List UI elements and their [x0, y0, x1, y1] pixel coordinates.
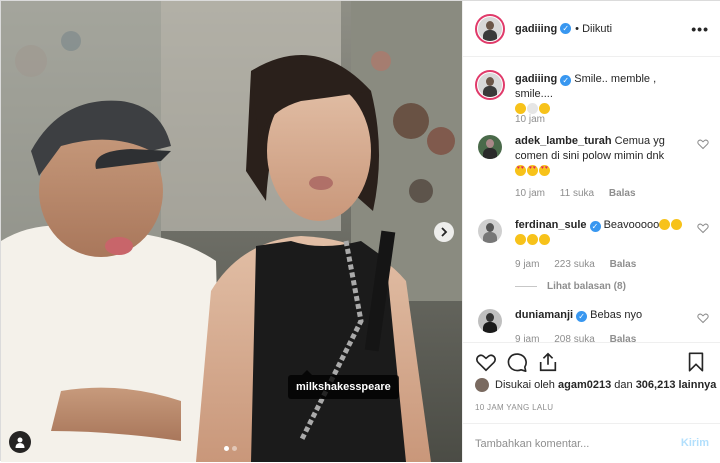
caption-avatar[interactable]	[475, 70, 505, 100]
caption-meta: 10 jam	[515, 114, 557, 125]
comment-avatar[interactable]	[475, 216, 505, 246]
comment-time: 10 jam	[515, 188, 546, 199]
user-tag-button[interactable]	[9, 431, 31, 453]
comment-text: Beavooooo	[603, 219, 660, 231]
comments-list: gadiiing ✓ Smile.. memble , smile.... 10 …	[463, 58, 720, 342]
carousel-dot-active	[224, 446, 229, 451]
comment-meta: 9 jam 208 suka Balas	[515, 334, 648, 342]
action-icons	[475, 351, 709, 375]
comment-text-block: ferdinan_sule ✓ Beavooooo	[515, 218, 695, 248]
heart-icon[interactable]	[475, 351, 497, 373]
add-comment-bar: Kirim	[463, 423, 720, 463]
likes-prefix: Disukai oleh	[495, 379, 555, 391]
comment-text-block: adek_lambe_turah Cemua yg comen di sini …	[515, 134, 695, 179]
thumbs-up-emoji-icon	[659, 219, 671, 230]
heart-eyes-emoji-icon	[539, 165, 550, 176]
next-arrow-icon	[441, 227, 448, 237]
clap-emoji-icon	[671, 219, 683, 230]
comment-like-heart-icon[interactable]	[697, 312, 709, 324]
reply-button[interactable]: Balas	[609, 188, 636, 199]
post-header: gadiiing ✓ • Diikuti •••	[463, 1, 720, 57]
author-avatar[interactable]	[475, 13, 505, 44]
user-tag-icon	[15, 437, 25, 448]
carousel-indicator	[224, 446, 237, 451]
comment-text-block: duniamanji ✓ Bebas nyo	[515, 308, 695, 323]
comment-likes[interactable]: 11 suka	[560, 188, 594, 199]
comment-username[interactable]: ferdinan_sule	[515, 219, 587, 231]
comment-likes[interactable]: 223 suka	[554, 259, 595, 270]
verified-icon: ✓	[576, 311, 588, 322]
comment-time: 9 jam	[515, 259, 540, 270]
comment-username[interactable]: adek_lambe_turah	[515, 135, 612, 147]
smile-emoji-icon	[539, 103, 550, 114]
post-side-panel: gadiiing ✓ • Diikuti ••• gadiiing ✓ Smile…	[462, 1, 720, 462]
view-replies-button[interactable]: Lihat balasan (8)	[515, 281, 626, 292]
clap-emoji-icon	[515, 234, 526, 245]
comment-time: 9 jam	[515, 334, 540, 342]
more-icon[interactable]: •••	[691, 21, 709, 37]
verified-icon: ✓	[560, 23, 572, 34]
comment-input[interactable]	[475, 434, 665, 454]
tongue-emoji-icon	[515, 103, 526, 114]
post-actions: Disukai oleh agam0213 dan 306,213 lainny…	[463, 342, 720, 462]
comment-meta: 9 jam 223 suka Balas	[515, 259, 648, 270]
follow-status[interactable]: • Diikuti	[575, 23, 612, 35]
comment-avatar[interactable]	[475, 132, 505, 162]
liker-avatar	[475, 378, 489, 392]
comment-username[interactable]: duniamanji	[515, 309, 573, 321]
clap-emoji-icon	[527, 234, 538, 245]
bookmark-icon[interactable]	[685, 351, 707, 373]
caption-text-block: gadiiing ✓ Smile.. memble , smile....	[515, 72, 695, 117]
neutral-emoji-icon	[527, 103, 538, 114]
comment-like-heart-icon[interactable]	[697, 222, 709, 234]
next-slide-button[interactable]	[434, 222, 454, 242]
clap-emoji-icon	[539, 234, 550, 245]
post-dialog: milkshakesspeare gadiiing ✓ • Diikuti ••…	[0, 0, 720, 462]
send-comment-button[interactable]: Kirim	[681, 437, 709, 449]
author-username[interactable]: gadiiing	[515, 23, 557, 35]
carousel-dot	[232, 446, 237, 451]
reply-button[interactable]: Balas	[610, 334, 637, 342]
verified-icon: ✓	[560, 75, 572, 86]
caption-username[interactable]: gadiiing	[515, 73, 557, 85]
post-timestamp: 10 JAM YANG LALU	[475, 403, 554, 412]
comment-likes[interactable]: 208 suka	[554, 334, 595, 342]
comment-icon[interactable]	[506, 351, 528, 373]
user-tag-label[interactable]: milkshakesspeare	[288, 370, 399, 399]
comment-like-heart-icon[interactable]	[697, 138, 709, 150]
share-icon[interactable]	[537, 351, 559, 373]
heart-eyes-emoji-icon	[515, 165, 526, 176]
heart-eyes-emoji-icon	[527, 165, 538, 176]
verified-icon: ✓	[589, 221, 601, 232]
likes-others[interactable]: 306,213 lainnya	[636, 379, 717, 391]
likes-first-user[interactable]: agam0213	[558, 379, 611, 391]
reply-button[interactable]: Balas	[610, 259, 637, 270]
comment-meta: 10 jam 11 suka Balas	[515, 188, 648, 199]
likes-summary[interactable]: Disukai oleh agam0213 dan 306,213 lainny…	[475, 378, 716, 392]
caption-time: 10 jam	[515, 114, 546, 125]
comment-text: Bebas nyo	[590, 309, 643, 321]
likes-joiner: dan	[614, 379, 633, 391]
comment-avatar[interactable]	[475, 306, 505, 336]
post-photo[interactable]: milkshakesspeare	[1, 1, 462, 462]
